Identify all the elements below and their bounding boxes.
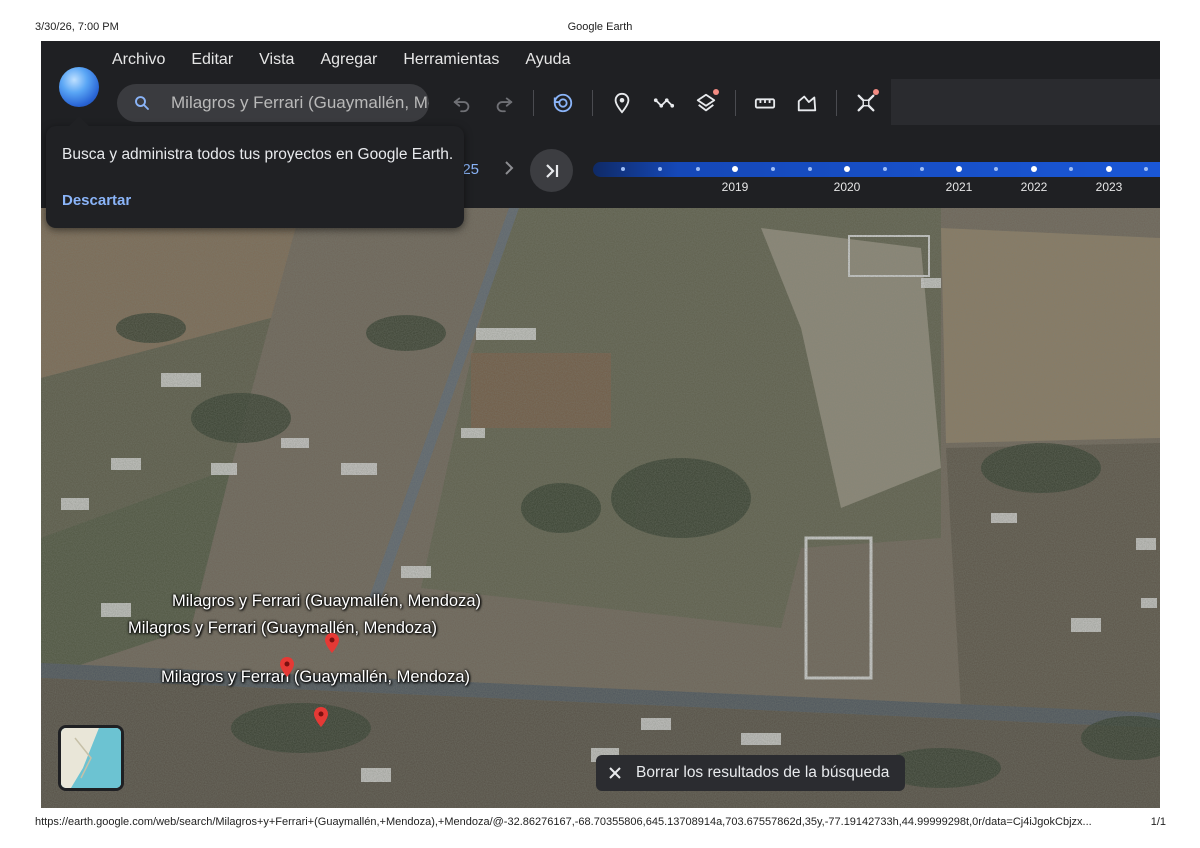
chevron-right-icon[interactable] xyxy=(501,159,517,177)
notification-dot xyxy=(873,89,879,95)
timeline-tick xyxy=(883,167,887,171)
map-pin-icon[interactable] xyxy=(325,633,339,653)
toolbar-separator xyxy=(592,90,593,116)
undo-icon xyxy=(453,97,470,113)
layers-icon xyxy=(696,93,716,112)
popup-message: Busca y administra todos tus proyectos e… xyxy=(62,146,454,163)
timeline-tick-2021 xyxy=(956,166,962,172)
search-input[interactable] xyxy=(171,93,429,113)
satellite-imagery xyxy=(41,208,1160,808)
print-url: https://earth.google.com/web/search/Mila… xyxy=(35,816,1092,828)
redo-button[interactable] xyxy=(487,86,521,120)
placemark-icon xyxy=(614,92,630,114)
path-icon xyxy=(653,98,675,108)
minimap-icon xyxy=(61,728,121,788)
area-icon xyxy=(797,95,817,112)
toolbar-separator xyxy=(533,90,534,116)
menu-file[interactable]: Archivo xyxy=(99,49,178,71)
menu-edit[interactable]: Editar xyxy=(178,49,246,71)
map-style-thumbnail[interactable] xyxy=(58,725,124,791)
timeline-year-label: 2021 xyxy=(945,180,973,194)
timeline-tick xyxy=(658,167,662,171)
menu-bar: Archivo Editar Vista Agregar Herramienta… xyxy=(99,49,583,71)
timeline-tick xyxy=(1144,167,1148,171)
google-earth-logo-icon[interactable] xyxy=(59,67,99,107)
layers-button[interactable] xyxy=(689,86,723,120)
toolbar-separator xyxy=(836,90,837,116)
satellite-map[interactable] xyxy=(41,208,1160,808)
print-title: Google Earth xyxy=(567,21,633,33)
tools-button[interactable] xyxy=(849,86,883,120)
map-place-label[interactable]: Milagros y Ferrari (Guaymallén, Mendoza) xyxy=(128,619,437,638)
undo-button[interactable] xyxy=(445,86,479,120)
toolbar xyxy=(441,86,887,120)
skip-end-icon xyxy=(545,163,558,178)
timeline-year-label: 2019 xyxy=(721,180,749,194)
menu-help[interactable]: Ayuda xyxy=(512,49,583,71)
menu-tools[interactable]: Herramientas xyxy=(390,49,512,71)
clear-search-results-label: Borrar los resultados de la búsqueda xyxy=(636,764,890,781)
notification-dot xyxy=(713,89,719,95)
print-page-number: 1/1 xyxy=(1150,816,1166,828)
print-header: 3/30/26, 7:00 PM Google Earth xyxy=(0,21,1200,37)
timeline-slider[interactable] xyxy=(593,162,1160,177)
timeline-tick xyxy=(1069,167,1073,171)
ruler-icon xyxy=(754,98,776,109)
historical-imagery-icon xyxy=(553,93,573,113)
toolbar-separator xyxy=(735,90,736,116)
menu-view[interactable]: Vista xyxy=(246,49,307,71)
timeline-tick-2019 xyxy=(732,166,738,172)
timeline-year-label: 2022 xyxy=(1020,180,1048,194)
timeline-tick xyxy=(920,167,924,171)
print-footer: https://earth.google.com/web/search/Mila… xyxy=(0,816,1200,832)
timeline-tick xyxy=(994,167,998,171)
timeline-tick-2022 xyxy=(1031,166,1037,172)
ruler-button[interactable] xyxy=(748,86,782,120)
clear-search-results-button[interactable]: Borrar los resultados de la búsqueda xyxy=(596,755,905,791)
redo-icon xyxy=(496,97,513,113)
map-place-label[interactable]: Milagros y Ferrari (Guaymallén, Mendoza) xyxy=(161,668,470,687)
historical-imagery-button[interactable] xyxy=(546,86,580,120)
timeline-tick-2020 xyxy=(844,166,850,172)
placemark-button[interactable] xyxy=(605,86,639,120)
close-icon xyxy=(609,767,621,779)
projects-tooltip-popup: Busca y administra todos tus proyectos e… xyxy=(46,116,464,228)
search-icon[interactable] xyxy=(133,94,151,112)
timeline-tick xyxy=(621,167,625,171)
menu-add[interactable]: Agregar xyxy=(307,49,390,71)
timeline-year-label: 2023 xyxy=(1095,180,1123,194)
search-bar[interactable] xyxy=(117,84,429,122)
tools-icon xyxy=(857,94,875,112)
timeline-year-label: 2020 xyxy=(833,180,861,194)
area-button[interactable] xyxy=(790,86,824,120)
map-pin-icon[interactable] xyxy=(280,657,294,677)
timeline-tick-2023 xyxy=(1106,166,1112,172)
path-button[interactable] xyxy=(647,86,681,120)
map-place-label[interactable]: Milagros y Ferrari (Guaymallén, Mendoza) xyxy=(172,592,481,611)
map-pin-icon[interactable] xyxy=(314,707,328,727)
dismiss-button[interactable]: Descartar xyxy=(62,192,131,209)
google-earth-app: Milagros y Ferrari (Guaymallén, Mendoza)… xyxy=(41,41,1160,808)
timeline-tick xyxy=(696,167,700,171)
toolbar-right-area xyxy=(891,79,1160,125)
timeline-tick xyxy=(808,167,812,171)
timeline-tick xyxy=(771,167,775,171)
timeline-skip-to-end-button[interactable] xyxy=(530,149,573,192)
